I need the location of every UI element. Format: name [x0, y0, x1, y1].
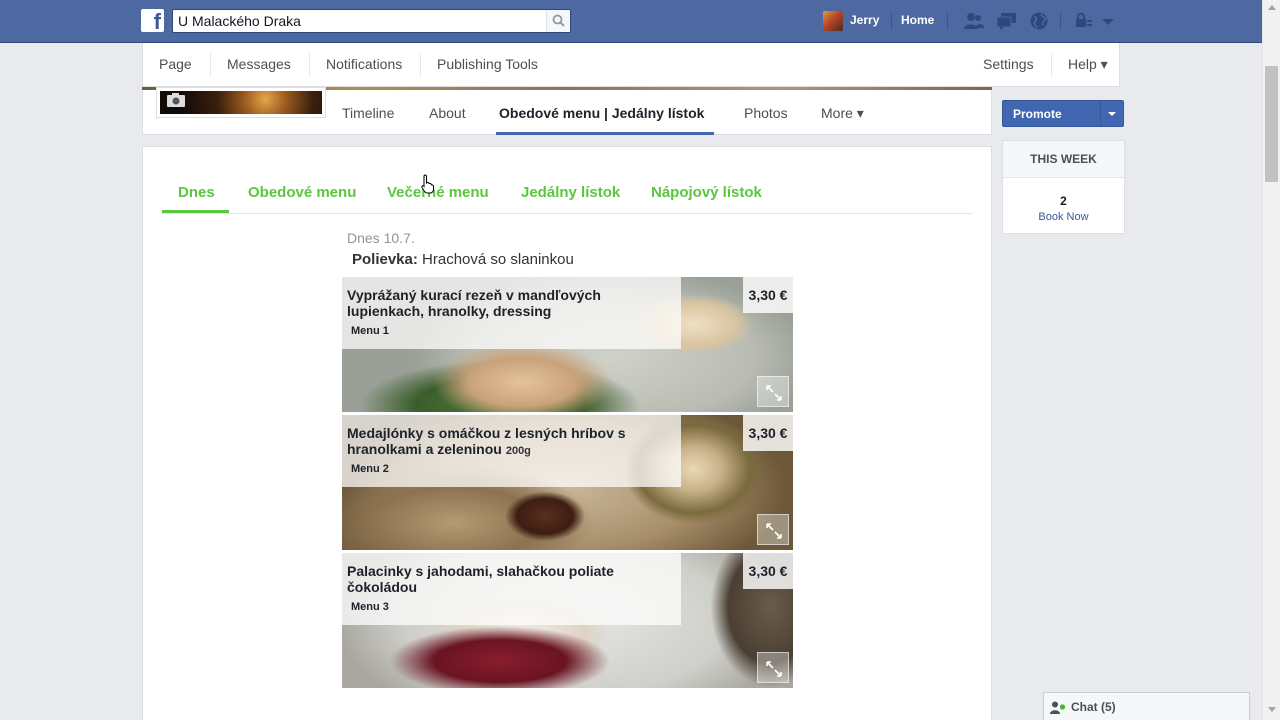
facebook-logo-icon[interactable]: f: [141, 9, 164, 32]
search-icon: [552, 14, 565, 27]
dish-menu-label: Menu 3: [351, 601, 389, 613]
admin-nav-publishing-tools[interactable]: Publishing Tools: [437, 56, 538, 72]
book-now-link[interactable]: Book Now: [1003, 211, 1124, 223]
dish-name: Palacinky s jahodami, slahačkou poliate …: [347, 563, 614, 595]
admin-nav-messages[interactable]: Messages: [227, 56, 291, 72]
soup-value: Hrachová so slaninkou: [422, 251, 574, 268]
search-box[interactable]: [172, 9, 571, 33]
menu-tab-napojovy-listok[interactable]: Nápojový lístok: [651, 184, 762, 201]
menu-tabs-divider: [162, 213, 973, 214]
dish-menu-label: Menu 2: [351, 463, 389, 475]
search-button[interactable]: [546, 10, 570, 32]
menu-tab-obedove-menu[interactable]: Obedové menu: [248, 184, 356, 201]
search-input[interactable]: [173, 10, 543, 32]
tab-more[interactable]: More ▾: [821, 105, 864, 122]
topbar-divider: [1060, 12, 1061, 30]
this-week-box: THIS WEEK 2 Book Now: [1002, 140, 1125, 234]
user-name-link[interactable]: Jerry: [850, 13, 879, 27]
dish-info: Vyprážaný kurací rezeň v mandľových lupi…: [342, 277, 681, 349]
home-link[interactable]: Home: [901, 13, 934, 27]
book-now-count: 2: [1060, 194, 1067, 208]
dish-card[interactable]: Vyprážaný kurací rezeň v mandľových lupi…: [342, 277, 793, 412]
tab-timeline[interactable]: Timeline: [342, 105, 394, 121]
tab-photos[interactable]: Photos: [744, 105, 788, 121]
expand-photo-button[interactable]: [757, 652, 789, 683]
admin-nav-notifications[interactable]: Notifications: [326, 56, 402, 72]
chat-bar[interactable]: Chat (5): [1043, 692, 1250, 720]
dish-card[interactable]: Palacinky s jahodami, slahačkou poliate …: [342, 553, 793, 688]
menu-tab-vecerne-menu[interactable]: Večerné menu: [387, 184, 489, 201]
dish-info: Palacinky s jahodami, slahačkou poliate …: [342, 553, 681, 625]
scroll-up-arrow-icon[interactable]: [1268, 5, 1276, 10]
user-avatar[interactable]: [823, 11, 843, 31]
chat-label: Chat (5): [1071, 700, 1116, 714]
date-label: Dnes 10.7.: [347, 230, 415, 246]
tab-obedove-menu[interactable]: Obedové menu | Jedálny lístok: [499, 105, 704, 121]
account-settings-chevron-icon[interactable]: [1100, 11, 1116, 31]
dish-name: Vyprážaný kurací rezeň v mandľových lupi…: [347, 287, 601, 319]
menu-tab-jedalny-listok[interactable]: Jedálny lístok: [521, 184, 620, 201]
dish-weight: 200g: [505, 445, 531, 457]
notifications-globe-icon[interactable]: [1028, 11, 1050, 31]
friend-requests-icon[interactable]: [963, 11, 985, 31]
profile-picture-image: [160, 91, 322, 114]
camera-icon[interactable]: [166, 92, 186, 108]
page-admin-nav: Page Messages Notifications Publishing T…: [142, 43, 1120, 87]
dish-price: 3,30 €: [743, 553, 793, 589]
topbar-divider: [891, 12, 892, 30]
dish-price: 3,30 €: [743, 415, 793, 451]
hand-cursor-icon: [421, 174, 434, 194]
expand-icon: [766, 661, 782, 677]
dish-price: 3,30 €: [743, 277, 793, 313]
scrollbar-thumb[interactable]: [1265, 66, 1278, 182]
profile-tabs-bar: Timeline About Obedové menu | Jedálny lí…: [142, 87, 992, 135]
admin-nav-divider: [1051, 53, 1052, 77]
expand-photo-button[interactable]: [757, 376, 789, 407]
this-week-title: THIS WEEK: [1003, 141, 1124, 178]
menu-app-card: Dnes Obedové menu Večerné menu Jedálny l…: [142, 146, 992, 720]
admin-nav-divider: [420, 53, 421, 77]
topbar-divider: [947, 12, 948, 30]
dish-name: Medajlónky s omáčkou z lesných hríbov s …: [347, 425, 626, 457]
admin-nav-divider: [210, 53, 211, 77]
soup-line: Polievka: Hrachová so slaninkou: [352, 251, 574, 268]
page-scrollbar[interactable]: [1262, 0, 1280, 720]
messages-icon[interactable]: [996, 11, 1018, 31]
caret-down-icon[interactable]: [1108, 112, 1116, 116]
tab-about[interactable]: About: [429, 105, 466, 121]
dish-info: Medajlónky s omáčkou z lesných hríbov s …: [342, 415, 681, 487]
dish-card[interactable]: Medajlónky s omáčkou z lesných hríbov s …: [342, 415, 793, 550]
promote-label: Promote: [1013, 107, 1062, 121]
profile-picture[interactable]: [156, 87, 326, 118]
chat-person-icon: [1050, 701, 1066, 714]
privacy-shortcuts-icon[interactable]: [1073, 11, 1095, 31]
menu-tab-dnes[interactable]: Dnes: [178, 184, 215, 201]
promote-button[interactable]: Promote: [1002, 100, 1124, 127]
admin-nav-page[interactable]: Page: [159, 56, 192, 72]
admin-nav-help[interactable]: Help ▾: [1068, 56, 1108, 73]
admin-nav-settings[interactable]: Settings: [983, 56, 1034, 72]
top-bar: f Jerry Home: [0, 0, 1262, 43]
dish-menu-label: Menu 1: [351, 325, 389, 337]
active-tab-indicator: [496, 132, 714, 135]
expand-icon: [766, 385, 782, 401]
soup-label: Polievka:: [352, 251, 418, 268]
expand-icon: [766, 523, 782, 539]
promote-divider: [1100, 101, 1101, 126]
expand-photo-button[interactable]: [757, 514, 789, 545]
admin-nav-divider: [309, 53, 310, 77]
scroll-down-arrow-icon[interactable]: [1268, 707, 1276, 712]
